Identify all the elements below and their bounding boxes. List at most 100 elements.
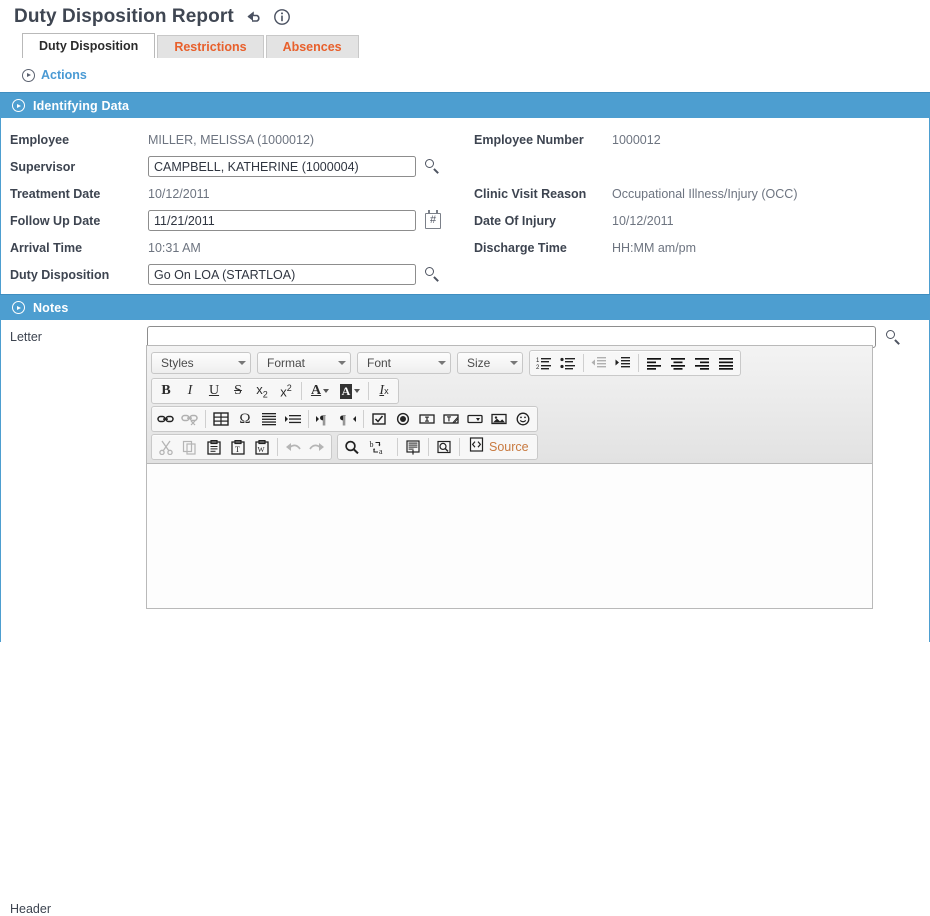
tab-duty-disposition[interactable]: Duty Disposition [22, 33, 156, 58]
svg-text:a: a [379, 447, 383, 455]
unlink-icon[interactable] [178, 408, 202, 430]
table-icon[interactable] [209, 408, 233, 430]
copy-icon[interactable] [178, 436, 202, 458]
select-all-icon[interactable] [401, 436, 425, 458]
section-header-notes[interactable]: Notes [0, 294, 930, 320]
divider [368, 382, 369, 400]
field-spacer [465, 261, 929, 288]
radio-button-form-icon[interactable] [391, 408, 415, 430]
text-direction-ltr-icon[interactable]: ¶ [312, 408, 336, 430]
svg-text:T: T [235, 445, 240, 454]
paste-as-text-icon[interactable]: T [226, 436, 250, 458]
link-icon[interactable] [154, 408, 178, 430]
align-justify-icon[interactable] [714, 352, 738, 374]
chevron-down-icon [510, 361, 518, 365]
paste-from-word-icon[interactable]: W [250, 436, 274, 458]
select-field-form-icon[interactable] [463, 408, 487, 430]
image-icon[interactable] [487, 408, 511, 430]
bold-icon[interactable]: B [154, 380, 178, 402]
info-icon[interactable] [272, 7, 292, 27]
field-employee-number: Employee Number 1000012 [465, 126, 929, 153]
divider [308, 410, 309, 428]
underline-icon[interactable]: U [202, 380, 226, 402]
identifying-right-column: Employee Number 1000012 Clinic Visit Rea… [465, 126, 929, 288]
search-icon[interactable] [886, 329, 901, 345]
background-color-icon[interactable]: A [335, 380, 365, 402]
tab-restrictions[interactable]: Restrictions [157, 35, 264, 58]
bulleted-list-icon[interactable] [556, 352, 580, 374]
supervisor-input[interactable] [148, 156, 416, 177]
text-field-form-icon[interactable] [415, 408, 439, 430]
font-dropdown[interactable]: Font [357, 352, 451, 374]
follow-up-date-input[interactable] [148, 210, 416, 231]
styles-dropdown[interactable]: Styles [151, 352, 251, 374]
clipboard-group: T W [151, 434, 332, 460]
numbered-list-icon[interactable]: 1 2 [532, 352, 556, 374]
undo-icon[interactable] [243, 7, 263, 27]
field-value: Occupational Illness/Injury (OCC) [612, 186, 798, 201]
divider [638, 354, 639, 372]
field-clinic-visit-reason: Clinic Visit Reason Occupational Illness… [465, 180, 929, 207]
horizontal-rule-icon[interactable] [257, 408, 281, 430]
insert-group: Ω ¶ ¶ [151, 406, 538, 432]
source-button[interactable]: Source [463, 436, 535, 458]
search-icon[interactable] [425, 159, 440, 174]
show-blocks-icon[interactable] [432, 436, 456, 458]
text-color-icon[interactable]: A [305, 380, 335, 402]
paste-icon[interactable] [202, 436, 226, 458]
strikethrough-icon[interactable]: S [226, 380, 250, 402]
decrease-indent-icon[interactable] [587, 352, 611, 374]
editor-content-area[interactable] [146, 463, 873, 609]
field-spacer [465, 153, 929, 180]
italic-icon[interactable]: I [178, 380, 202, 402]
calendar-icon[interactable]: # [425, 209, 441, 229]
smiley-icon[interactable] [511, 408, 535, 430]
header-field-label: Header [10, 902, 51, 916]
align-right-icon[interactable] [690, 352, 714, 374]
duty-disposition-input[interactable] [148, 264, 416, 285]
actions-row[interactable]: Actions [22, 66, 930, 84]
actions-label[interactable]: Actions [41, 68, 87, 82]
svg-text:W: W [258, 445, 266, 454]
expand-collapse-icon[interactable] [12, 99, 25, 112]
remove-format-icon[interactable]: Ix [372, 380, 396, 402]
size-dropdown[interactable]: Size [457, 352, 523, 374]
field-label: Arrival Time [10, 240, 83, 255]
source-icon [469, 437, 484, 457]
align-center-icon[interactable] [666, 352, 690, 374]
field-value: 1000012 [612, 132, 661, 147]
format-dropdown[interactable]: Format [257, 352, 351, 374]
field-label: Treatment Date [10, 186, 101, 201]
search-icon[interactable] [425, 267, 440, 282]
tools-group: b a Source [337, 434, 538, 460]
text-direction-rtl-icon[interactable]: ¶ [336, 408, 360, 430]
field-label: Clinic Visit Reason [474, 186, 587, 201]
cut-icon[interactable] [154, 436, 178, 458]
page-break-icon[interactable] [281, 408, 305, 430]
increase-indent-icon[interactable] [611, 352, 635, 374]
expand-collapse-icon[interactable] [12, 301, 25, 314]
play-circle-icon [22, 68, 35, 82]
subscript-icon[interactable]: x2 [250, 380, 274, 402]
svg-text:1: 1 [536, 358, 540, 364]
undo-icon[interactable] [281, 436, 305, 458]
section-header-identifying-data[interactable]: Identifying Data [0, 92, 930, 118]
source-label: Source [489, 440, 529, 454]
superscript-icon[interactable]: x2 [274, 380, 298, 402]
divider [363, 410, 364, 428]
field-label: Discharge Time [474, 240, 567, 255]
field-duty-disposition: Duty Disposition [1, 261, 465, 288]
identifying-data-body: Employee MILLER, MELISSA (1000012) Super… [0, 118, 930, 294]
field-supervisor: Supervisor [1, 153, 465, 180]
special-character-icon[interactable]: Ω [233, 408, 257, 430]
section-title: Notes [33, 300, 69, 315]
checkbox-form-icon[interactable] [367, 408, 391, 430]
find-icon[interactable] [340, 436, 364, 458]
tab-absences[interactable]: Absences [265, 35, 359, 58]
replace-icon[interactable]: b a [364, 436, 394, 458]
textarea-form-icon[interactable] [439, 408, 463, 430]
field-label: Follow Up Date [10, 213, 101, 228]
align-left-icon[interactable] [642, 352, 666, 374]
list-align-group: 1 2 [529, 350, 741, 376]
redo-icon[interactable] [305, 436, 329, 458]
